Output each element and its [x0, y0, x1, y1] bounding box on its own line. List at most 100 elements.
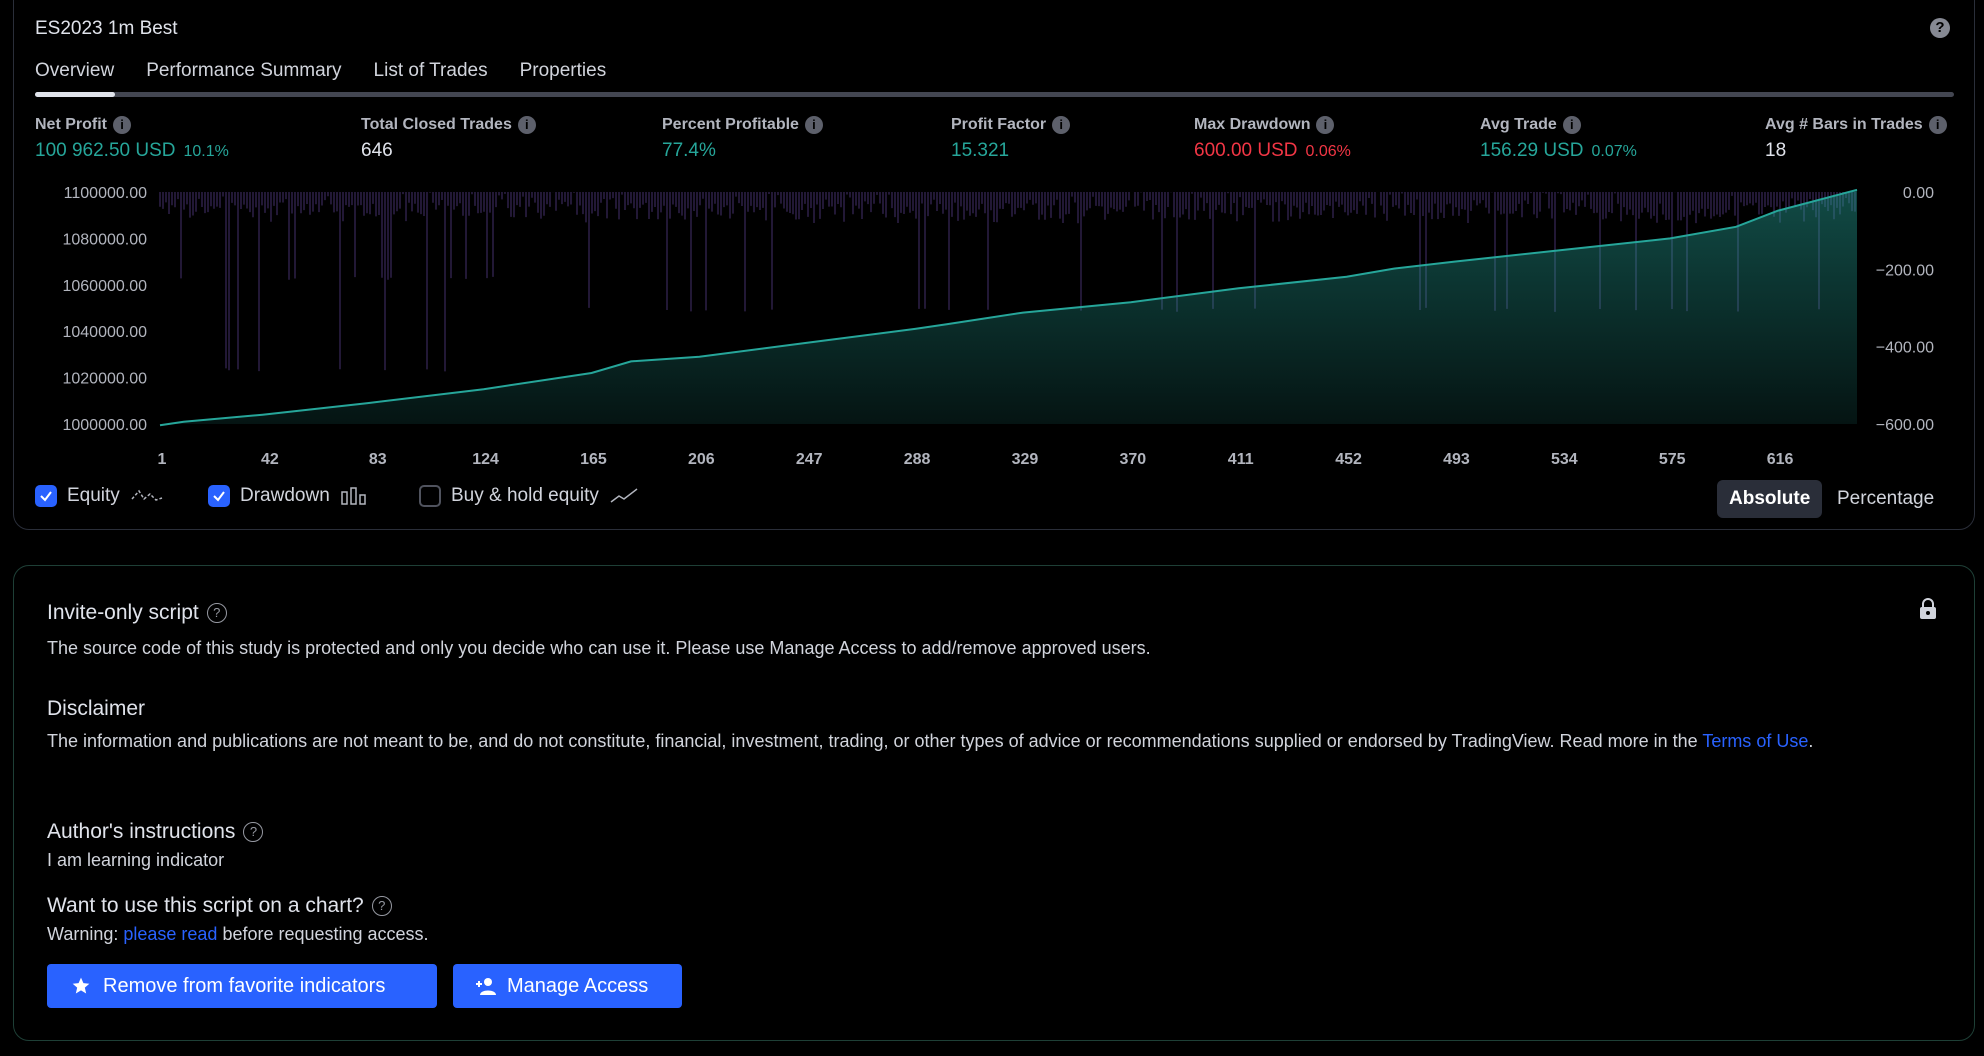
disclaimer-body: The information and publications are not… [47, 731, 1703, 751]
y-right-tick-label: −200.00 [1876, 262, 1934, 279]
metric-max-drawdown: Max Drawdown i 600.00 USD 0.06% [1194, 116, 1351, 162]
tab-active-indicator [35, 92, 115, 97]
info-icon[interactable]: i [804, 116, 823, 134]
x-tick-label: 493 [1443, 451, 1470, 468]
heading-text: Want to use this script on a chart? [47, 894, 364, 917]
info-icon[interactable]: i [1052, 116, 1071, 134]
x-tick-label: 288 [904, 451, 931, 468]
metric-label: Avg # Bars in Trades [1765, 116, 1923, 133]
question-icon[interactable]: ? [371, 896, 392, 916]
y-tick-label: 1040000.00 [62, 324, 147, 341]
manage-access-button[interactable]: Manage Access [453, 964, 682, 1008]
metric-percent: 0.06% [1305, 143, 1351, 160]
trend-line-icon [610, 488, 638, 503]
equity-area [160, 189, 1857, 426]
metric-value: 600.00 USD [1194, 140, 1298, 161]
button-label: Remove from favorite indicators [103, 974, 386, 997]
equity-line-icon [131, 489, 163, 501]
metric-percent: 10.1% [183, 143, 229, 160]
star-icon [72, 977, 90, 994]
y-right-tick-label: −600.00 [1876, 417, 1934, 434]
add-user-icon [476, 978, 496, 995]
question-icon[interactable]: ? [206, 603, 227, 623]
x-tick-label: 124 [472, 451, 499, 468]
tab-performance-summary[interactable]: Performance Summary [146, 60, 341, 82]
y-tick-label: 1000000.00 [62, 417, 147, 434]
x-tick-label: 42 [261, 451, 279, 468]
heading-text: Author's instructions [47, 820, 236, 843]
remove-favorite-button[interactable]: Remove from favorite indicators [47, 964, 437, 1008]
invite-only-text: The source code of this study is protect… [47, 638, 1151, 658]
legend-drawdown[interactable]: Drawdown [208, 485, 368, 507]
heading-text: Disclaimer [47, 697, 146, 720]
equity-checkbox[interactable] [35, 485, 57, 507]
y-tick-label: 1020000.00 [62, 371, 147, 388]
metric-label: Total Closed Trades [361, 116, 512, 133]
metric-value: 100 962.50 USD [35, 140, 176, 161]
info-icon[interactable]: i [1928, 116, 1947, 134]
disclaimer-period: . [1808, 731, 1814, 751]
x-tick-label: 206 [688, 451, 715, 468]
x-tick-label: 165 [580, 451, 607, 468]
warning-text: Warning: please read before requesting a… [47, 920, 429, 948]
x-tick-label: 575 [1659, 451, 1686, 468]
y-axis-right: 0.00 −200.00 −400.00 −600.00 [1876, 185, 1934, 434]
metric-avg-trade: Avg Trade i 156.29 USD 0.07% [1480, 116, 1637, 162]
x-axis: 1 42 83 124 165 206 247 288 329 370 411 452 493 534 57… [158, 451, 1794, 468]
metric-label: Avg Trade [1480, 116, 1557, 133]
info-icon[interactable]: i [113, 116, 131, 134]
use-script-heading: Want to use this script on a chart? ? [47, 894, 392, 918]
help-icon[interactable]: ? [1930, 18, 1950, 38]
tab-track [35, 92, 1954, 97]
terms-of-use-link[interactable]: Terms of Use [1702, 731, 1808, 751]
metric-label: Percent Profitable [662, 116, 799, 133]
legend-label: Buy & hold equity [451, 485, 599, 506]
metric-label: Net Profit [35, 116, 107, 133]
x-tick-label: 83 [369, 451, 387, 468]
x-tick-label: 370 [1119, 451, 1146, 468]
metric-value: 156.29 USD [1480, 140, 1584, 161]
tab-properties[interactable]: Properties [520, 60, 607, 82]
buy-hold-checkbox[interactable] [419, 485, 441, 507]
button-label: Manage Access [507, 974, 649, 997]
tab-overview[interactable]: Overview [35, 60, 114, 82]
legend-buy-hold[interactable]: Buy & hold equity [419, 485, 639, 507]
drawdown-checkbox[interactable] [208, 485, 230, 507]
metric-avg-bars-in-trades: Avg # Bars in Trades i 18 [1765, 116, 1947, 162]
metric-profit-factor: Profit Factor i 15.321 [951, 116, 1071, 162]
info-icon[interactable]: i [1316, 116, 1335, 134]
tab-list-of-trades[interactable]: List of Trades [374, 60, 488, 82]
author-instructions-heading: Author's instructions ? [47, 820, 264, 844]
legend-label: Equity [67, 485, 120, 506]
metric-percent-profitable: Percent Profitable i 77.4% [662, 116, 823, 162]
x-tick-label: 534 [1551, 451, 1578, 468]
absolute-toggle[interactable]: Absolute [1717, 480, 1823, 518]
y-tick-label: 1060000.00 [62, 278, 147, 295]
metric-value: 77.4% [662, 140, 716, 161]
x-tick-label: 247 [796, 451, 823, 468]
question-icon[interactable]: ? [243, 822, 264, 842]
lock-icon [1920, 598, 1936, 619]
metric-value: 646 [361, 140, 393, 161]
disclaimer-text: The information and publications are not… [47, 727, 1927, 755]
strategy-title: ES2023 1m Best [35, 18, 178, 39]
x-tick-label: 329 [1012, 451, 1039, 468]
y-right-tick-label: 0.00 [1903, 185, 1934, 202]
x-tick-label: 452 [1335, 451, 1362, 468]
disclaimer-heading: Disclaimer [47, 697, 145, 721]
info-icon[interactable]: i [1562, 116, 1581, 134]
legend-equity[interactable]: Equity [35, 485, 164, 507]
info-icon[interactable]: i [517, 116, 536, 134]
metric-value: 15.321 [951, 140, 1010, 161]
equity-chart[interactable]: 1100000.00 1080000.00 1060000.00 1040000.00… [35, 178, 1955, 478]
y-tick-label: 1100000.00 [64, 185, 147, 202]
metric-label: Max Drawdown [1194, 116, 1311, 133]
y-tick-label: 1080000.00 [62, 231, 147, 248]
please-read-link[interactable]: please read [123, 924, 217, 944]
y-axis-left: 1100000.00 1080000.00 1060000.00 1040000.00… [62, 185, 147, 434]
percentage-toggle[interactable]: Percentage [1825, 480, 1946, 518]
report-tabs: Overview Performance Summary List of Tra… [35, 60, 606, 82]
warning-suffix: before requesting access. [217, 924, 429, 944]
author-instructions-text: I am learning indicator [47, 850, 225, 870]
y-right-tick-label: −400.00 [1876, 340, 1934, 357]
